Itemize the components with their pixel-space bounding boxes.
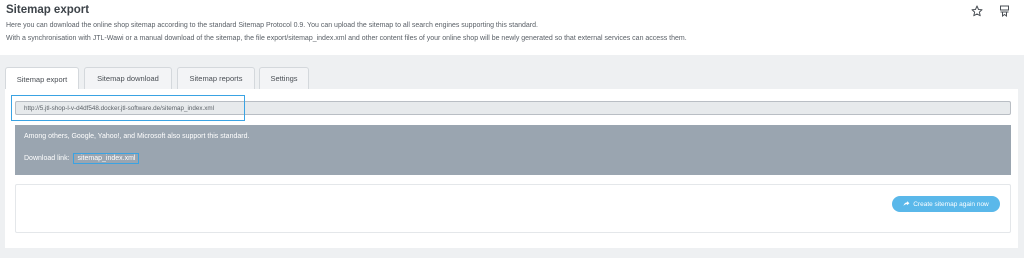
tab-sitemap-reports[interactable]: Sitemap reports: [177, 67, 255, 89]
download-label: Download link:: [24, 155, 70, 162]
share-icon: [903, 200, 910, 209]
action-box: Create sitemap again now: [15, 184, 1011, 233]
sitemap-panel: Sitemap export Sitemap download Sitemap …: [5, 67, 1018, 248]
page-header: Sitemap export Here you can download the…: [0, 0, 1024, 55]
tab-sitemap-download[interactable]: Sitemap download: [84, 67, 172, 89]
download-link[interactable]: sitemap_index.xml: [73, 153, 140, 164]
tab-sitemap-export[interactable]: Sitemap export: [5, 67, 79, 90]
bookmark-icon[interactable]: [997, 4, 1011, 18]
create-sitemap-label: Create sitemap again now: [913, 200, 989, 208]
page-description-line-1: Here you can download the online shop si…: [6, 22, 538, 29]
page-description-line-2: With a synchronisation with JTL-Wawi or …: [6, 35, 687, 42]
tab-settings[interactable]: Settings: [259, 67, 309, 89]
create-sitemap-button[interactable]: Create sitemap again now: [892, 196, 1000, 212]
sitemap-url-field[interactable]: [15, 101, 1011, 115]
info-box: Among others, Google, Yahoo!, and Micros…: [15, 125, 1011, 175]
info-text: Among others, Google, Yahoo!, and Micros…: [24, 133, 250, 140]
star-icon[interactable]: [970, 4, 984, 18]
tab-bar: Sitemap export Sitemap download Sitemap …: [5, 67, 1018, 90]
page-title: Sitemap export: [6, 4, 90, 16]
tab-content: Among others, Google, Yahoo!, and Micros…: [5, 89, 1018, 248]
download-row: Download link: sitemap_index.xml: [24, 153, 140, 164]
